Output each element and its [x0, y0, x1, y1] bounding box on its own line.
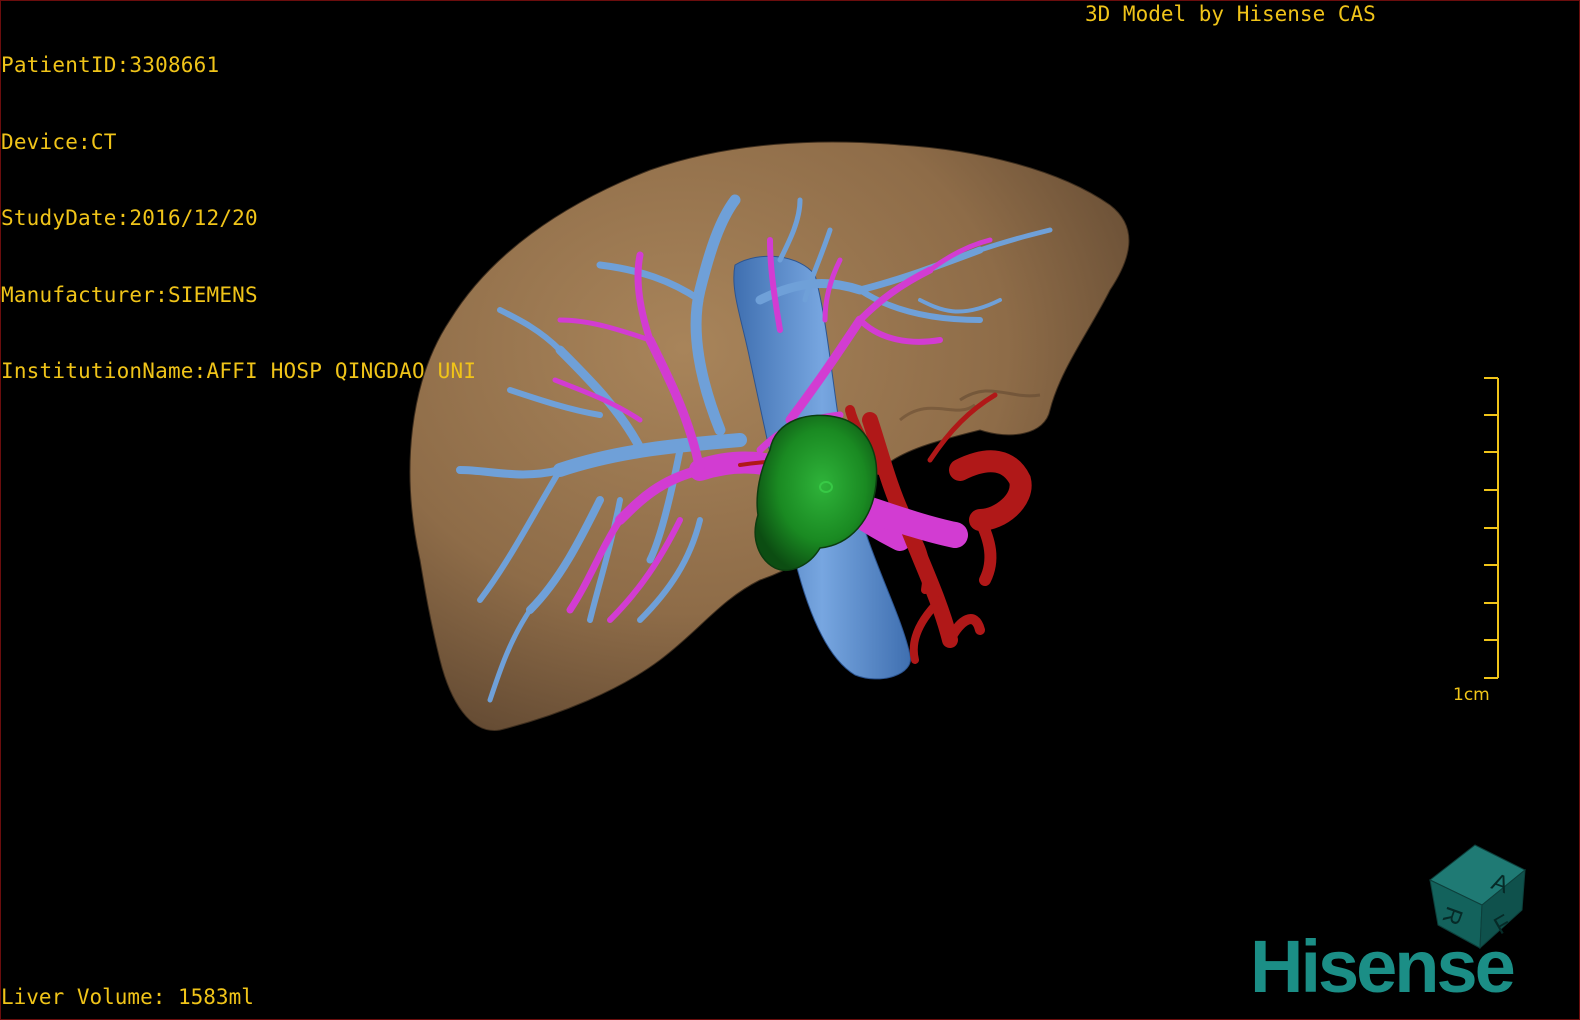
manufacturer: Manufacturer:SIEMENS — [1, 282, 258, 307]
study-date: StudyDate:2016/12/20 — [1, 206, 258, 230]
scale-bar-label: 1cm — [1453, 685, 1490, 705]
scale-bar — [1484, 377, 1499, 679]
dicom-info-panel: PatientID:3308661 Device:CT StudyDate:20… — [1, 2, 476, 410]
institution-name: InstitutionName:AFFI HOSP QINGDAO UNI — [1, 359, 477, 383]
viewer-title: 3D Model by Hisense CAS — [1085, 2, 1376, 26]
device: Device:CT — [1, 129, 117, 154]
patient-id: PatientID:3308661 — [1, 53, 220, 77]
liver-volume: Liver Volume: 1583ml — [1, 985, 254, 1009]
hisense-logo: Hisense — [1250, 925, 1516, 1008]
